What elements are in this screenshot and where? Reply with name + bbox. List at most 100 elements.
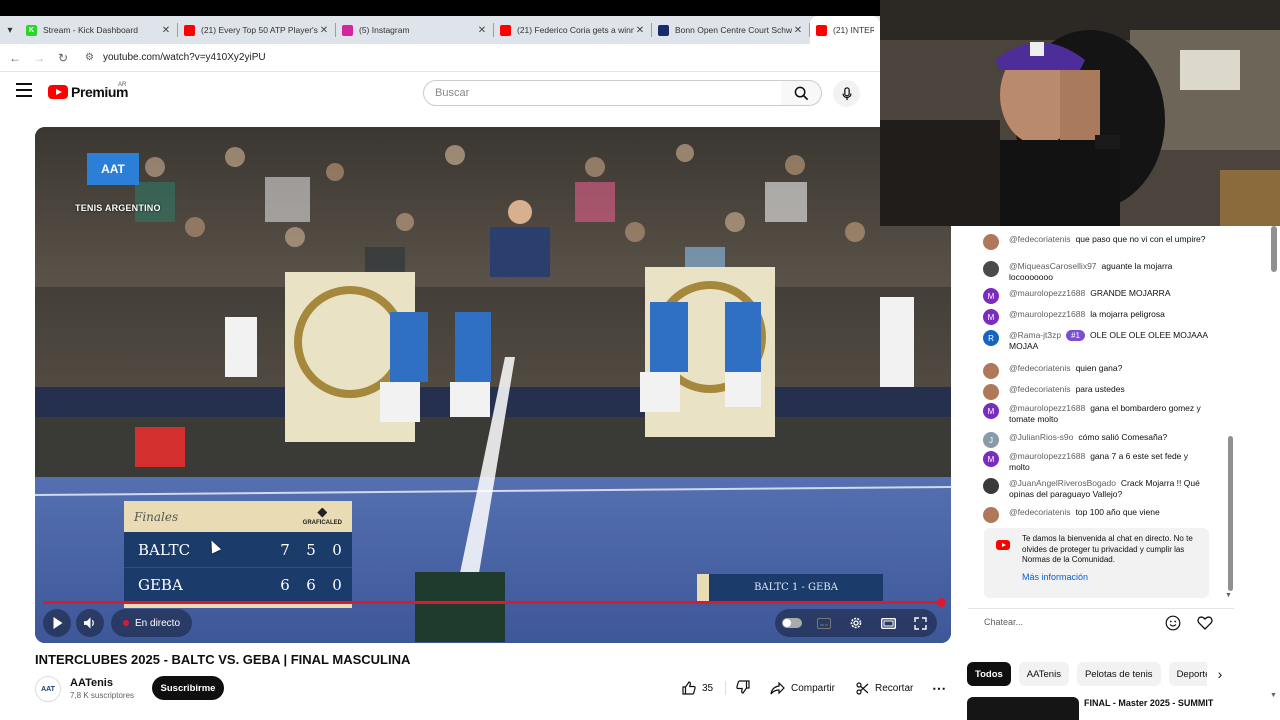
- recommended-video-item[interactable]: FINAL - Master 2025 - SUMMIT: [967, 697, 1227, 720]
- volume-button[interactable]: [76, 609, 104, 637]
- chat-username[interactable]: @JulianRios-s9o: [1009, 432, 1073, 442]
- voice-search-button[interactable]: [833, 80, 860, 107]
- youtube-logo-icon: [996, 540, 1010, 550]
- chat-avatar[interactable]: M: [983, 288, 999, 304]
- member-badge: #1: [1066, 330, 1085, 341]
- chat-avatar[interactable]: J: [983, 432, 999, 448]
- chat-username[interactable]: @maurolopezz1688: [1009, 288, 1085, 298]
- clip-button[interactable]: Recortar: [856, 676, 913, 700]
- chat-avatar[interactable]: [983, 363, 999, 379]
- chat-avatar[interactable]: R: [983, 330, 999, 346]
- tab-title: (5) Instagram: [359, 25, 410, 35]
- heart-reaction-button[interactable]: [1197, 615, 1215, 633]
- browser-tab[interactable]: K Stream - Kick Dashboard ✕: [20, 16, 178, 44]
- filter-chip[interactable]: AATenis: [1018, 662, 1069, 686]
- tab-favicon-icon: K: [26, 24, 37, 36]
- like-button[interactable]: 35: [672, 681, 727, 695]
- chat-username[interactable]: @JuanAngelRiverosBogado: [1009, 478, 1116, 488]
- chat-username[interactable]: @maurolopezz1688: [1009, 309, 1085, 319]
- recommended-video-title[interactable]: FINAL - Master 2025 - SUMMIT: [1084, 698, 1219, 708]
- browser-tab[interactable]: (21) Every Top 50 ATP Player's L ✕: [178, 16, 336, 44]
- tab-close-icon[interactable]: ✕: [160, 25, 172, 36]
- chat-username[interactable]: @maurolopezz1688: [1009, 403, 1085, 413]
- video-thumbnail[interactable]: [967, 697, 1079, 720]
- more-actions-button[interactable]: ⋯: [929, 678, 949, 698]
- thumbs-up-icon: [682, 681, 696, 695]
- forward-arrow-icon[interactable]: →: [27, 51, 51, 65]
- back-arrow-icon[interactable]: ←: [3, 51, 27, 65]
- search-icon: [794, 86, 808, 100]
- chat-message: J @JulianRios-s9o cómo salió Comesaña?: [983, 432, 1208, 448]
- chat-message: R @Rama-jt3zp #1 OLE OLE OLE OLEE MOJAAA MO…: [983, 330, 1208, 352]
- live-indicator[interactable]: En directo: [111, 609, 193, 637]
- filter-chip[interactable]: Todos: [967, 662, 1011, 686]
- browser-tab[interactable]: Bonn Open Centre Court Schw ✕: [652, 16, 810, 44]
- set-score: 6: [280, 576, 290, 594]
- theater-mode-button[interactable]: [877, 612, 899, 634]
- chat-avatar[interactable]: M: [983, 403, 999, 419]
- chat-scroll-down-icon[interactable]: ▼: [1225, 592, 1232, 599]
- filter-chip[interactable]: Pelotas de tenis: [1076, 662, 1161, 686]
- share-button[interactable]: Compartir: [770, 676, 835, 700]
- search-button[interactable]: [781, 80, 822, 106]
- scoreboard-sponsor-bar: Finales GRAFICALED: [124, 501, 352, 532]
- chat-username[interactable]: @fedecoriatenis: [1009, 384, 1071, 394]
- chat-avatar[interactable]: [983, 478, 999, 494]
- progress-scrubber[interactable]: [937, 598, 946, 607]
- page-scroll-down-icon[interactable]: ▼: [1270, 692, 1277, 699]
- chat-avatar[interactable]: M: [983, 451, 999, 467]
- subtitles-button[interactable]: [813, 612, 835, 634]
- tab-close-icon[interactable]: ✕: [634, 25, 646, 36]
- chat-avatar[interactable]: [983, 507, 999, 523]
- chat-input[interactable]: Chatear...: [984, 617, 1023, 627]
- chat-message-text: quien gana?: [1075, 363, 1123, 373]
- more-info-link[interactable]: Más información: [1022, 572, 1201, 583]
- subscribe-button[interactable]: Suscribirme: [152, 676, 224, 700]
- play-button[interactable]: [43, 609, 71, 637]
- tab-title: Stream - Kick Dashboard: [43, 25, 138, 35]
- chat-avatar[interactable]: [983, 234, 999, 250]
- chat-username[interactable]: @Rama-jt3zp: [1009, 330, 1061, 340]
- browser-tab[interactable]: (5) Instagram ✕: [336, 16, 494, 44]
- filter-chip[interactable]: Deporte: [1168, 662, 1207, 686]
- chips-next-arrow-icon[interactable]: ›: [1210, 664, 1230, 684]
- progress-bar[interactable]: [43, 601, 943, 604]
- hamburger-menu-icon[interactable]: [16, 83, 32, 97]
- channel-avatar[interactable]: AAT: [35, 676, 61, 702]
- emoji-button[interactable]: [1165, 615, 1183, 633]
- chat-username[interactable]: @fedecoriatenis: [1009, 234, 1071, 244]
- sponsor-logo: Finales: [134, 509, 179, 524]
- tab-search-dropdown-icon[interactable]: ▾: [0, 16, 20, 44]
- fullscreen-icon: [913, 616, 927, 630]
- chat-username[interactable]: @fedecoriatenis: [1009, 507, 1071, 517]
- chat-scrollbar-thumb[interactable]: [1228, 436, 1233, 591]
- youtube-premium-logo[interactable]: Premium AR: [48, 82, 129, 100]
- browser-tab[interactable]: (21) INTER: [810, 16, 880, 44]
- browser-tab[interactable]: (21) Federico Coria gets a winn ✕: [494, 16, 652, 44]
- dislike-button[interactable]: [726, 679, 750, 697]
- site-info-icon[interactable]: ⚙: [85, 52, 99, 63]
- search-input[interactable]: Buscar: [423, 80, 782, 106]
- tab-close-icon[interactable]: ✕: [792, 25, 804, 36]
- set-score: 6: [306, 576, 316, 594]
- fullscreen-button[interactable]: [909, 612, 931, 634]
- url-text[interactable]: youtube.com/watch?v=y410Xy2yiPU: [103, 52, 266, 63]
- chat-username[interactable]: @MiqueasCarosellix97: [1009, 261, 1097, 271]
- chat-avatar[interactable]: [983, 261, 999, 277]
- chat-message: @fedecoriatenis que paso que no vi con el…: [983, 234, 1208, 250]
- address-bar: ← → ↻ ⚙ youtube.com/watch?v=y410Xy2yiPU: [0, 44, 880, 72]
- chat-username[interactable]: @fedecoriatenis: [1009, 363, 1071, 373]
- chat-avatar[interactable]: [983, 384, 999, 400]
- theater-icon: [880, 617, 896, 629]
- tab-close-icon[interactable]: ✕: [318, 25, 330, 36]
- video-player[interactable]: AAT TENIS ARGENTINO Finales GRAFICALED B…: [35, 127, 951, 643]
- channel-name[interactable]: AATenis: [70, 677, 113, 689]
- chat-username[interactable]: @maurolopezz1688: [1009, 451, 1085, 461]
- chat-avatar[interactable]: M: [983, 309, 999, 325]
- reload-icon[interactable]: ↻: [51, 51, 75, 65]
- autoplay-toggle[interactable]: [781, 612, 803, 634]
- smiley-icon: [1165, 615, 1181, 631]
- tab-close-icon[interactable]: ✕: [476, 25, 488, 36]
- settings-button[interactable]: [845, 612, 867, 634]
- page-scrollbar-thumb[interactable]: [1271, 226, 1277, 272]
